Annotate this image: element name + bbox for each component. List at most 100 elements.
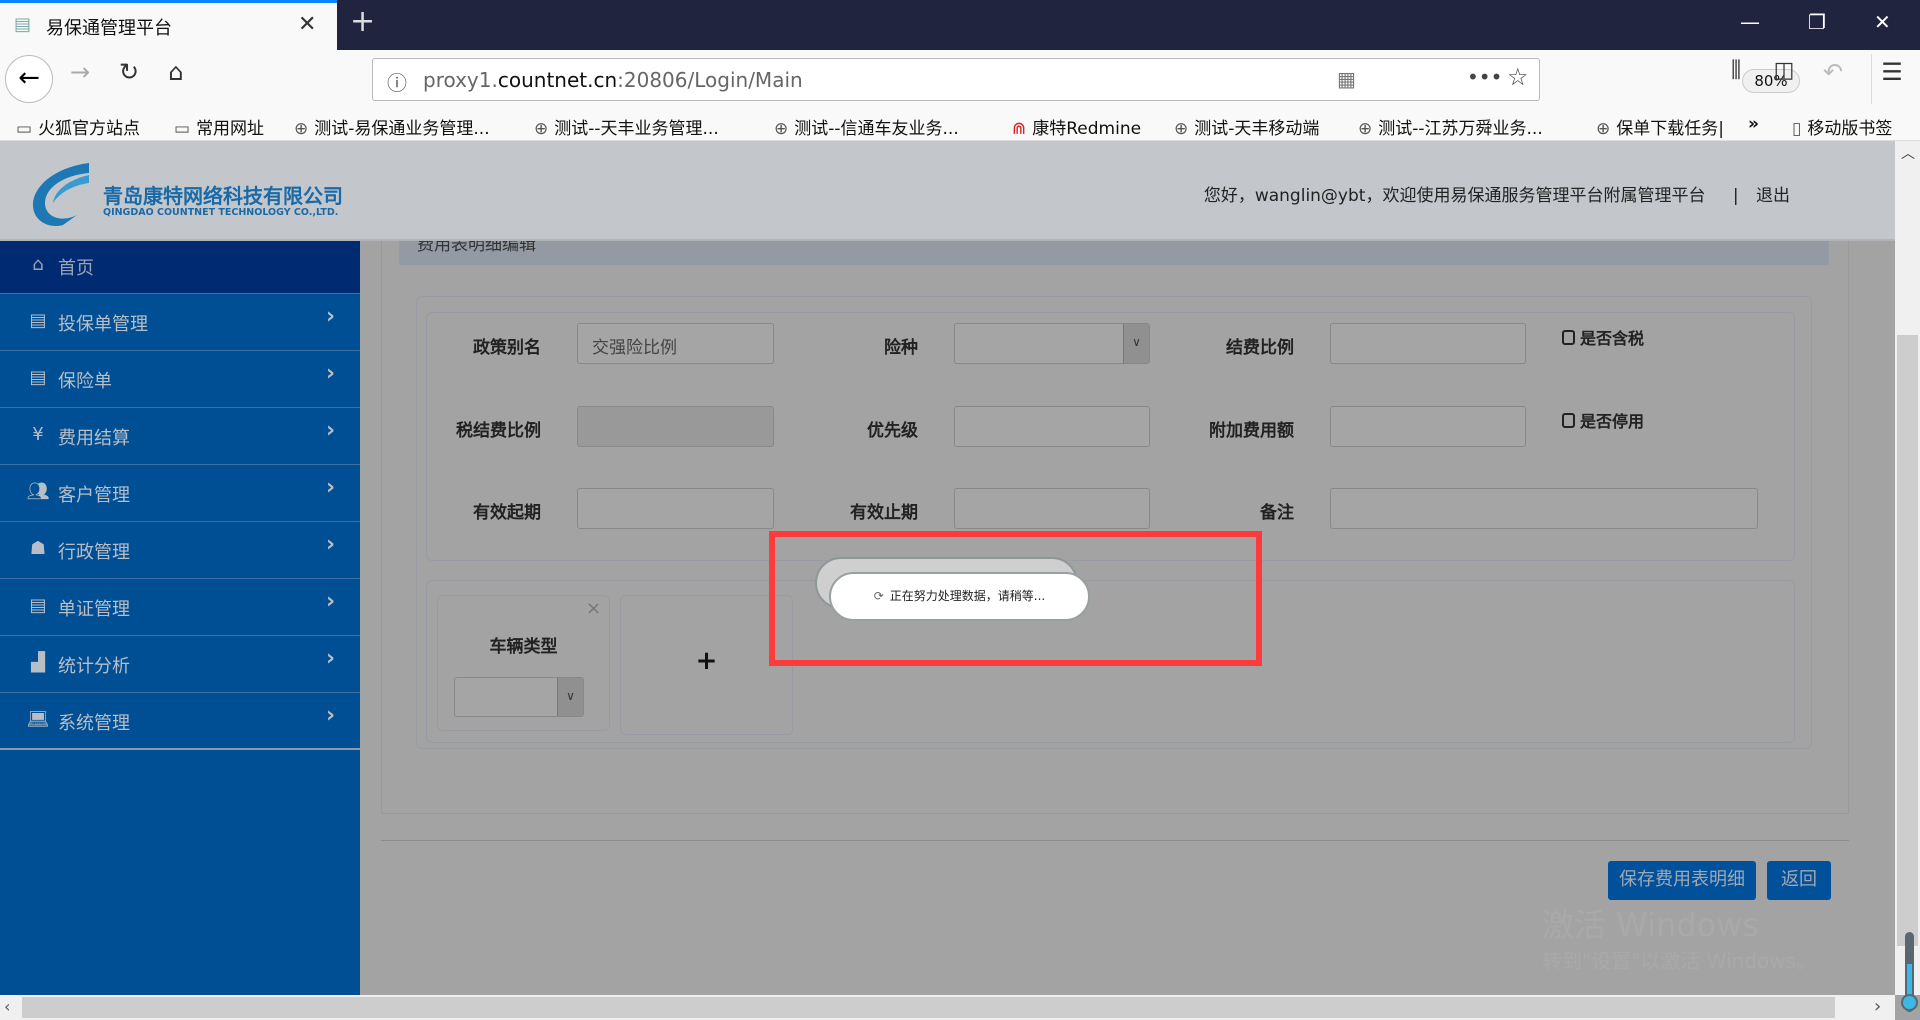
company-name-en: QINGDAO COUNTNET TECHNOLOGY CO.,LTD. xyxy=(103,207,339,218)
extra-fee-input[interactable] xyxy=(1330,406,1526,447)
sidebar-item-home[interactable]: ⌂ 首页 xyxy=(0,241,360,294)
bookmark-item[interactable]: ⊕ 保单下载任务| xyxy=(1596,114,1746,139)
scroll-up-icon[interactable]: ︿ xyxy=(1901,143,1915,163)
qr-code-icon[interactable]: ▦ xyxy=(1337,67,1356,91)
insurance-type-select[interactable]: ∨ xyxy=(954,323,1150,364)
tax-settle-ratio-input xyxy=(577,406,774,447)
chevron-down-icon: ∨ xyxy=(557,678,583,716)
end-date-label: 有效止期 xyxy=(850,503,918,523)
vehicle-type-card: × 车辆类型 ∨ xyxy=(437,595,610,731)
company-name: 青岛康特网络科技有限公司 xyxy=(103,184,343,208)
bookmark-item[interactable]: ▭ 常用网址 xyxy=(174,114,264,139)
browser-toolbar: ← → ↻ ⌂ ⓘ proxy1.countnet.cn:20806/Login… xyxy=(0,50,1920,108)
remove-icon[interactable]: × xyxy=(586,598,601,619)
thermometer-icon xyxy=(1901,932,1918,1012)
home-icon: ⌂ xyxy=(32,254,44,275)
bookmark-item[interactable]: ⊕ 测试--天丰业务管理... xyxy=(534,114,719,139)
scroll-right-icon[interactable]: › xyxy=(1874,996,1881,1017)
windows-watermark: 激活 Windows xyxy=(1542,906,1760,944)
settle-ratio-label: 结费比例 xyxy=(1226,338,1294,358)
sidebar-item-customers[interactable]: 👥︎ 客户管理 › xyxy=(0,465,360,522)
more-icon[interactable]: ••• xyxy=(1467,65,1502,89)
scroll-left-icon[interactable]: ‹ xyxy=(4,997,10,1016)
chevron-right-icon: › xyxy=(326,475,336,500)
sidebar-toggle-icon[interactable]: ◫ xyxy=(1764,58,1804,83)
vertical-scrollbar-thumb[interactable] xyxy=(1897,335,1918,946)
tab-title: 易保通管理平台 xyxy=(46,18,172,39)
redmine-icon: ⋒ xyxy=(1012,119,1027,139)
bookmark-item[interactable]: ⊕ 测试-天丰移动端 xyxy=(1174,114,1319,139)
logout-link[interactable]: 退出 xyxy=(1756,186,1790,206)
star-icon[interactable]: ☆ xyxy=(1507,63,1529,91)
chevron-right-icon: › xyxy=(326,589,336,614)
greeting-text: 您好，wanglin@ybt，欢迎使用易保通服务管理平台附属管理平台 xyxy=(1203,186,1706,206)
bookmark-item[interactable]: ▭ 火狐官方站点 xyxy=(16,114,140,139)
user-greeting: 您好，wanglin@ybt，欢迎使用易保通服务管理平台附属管理平台 | 退出 xyxy=(1204,181,1790,206)
settle-ratio-input[interactable] xyxy=(1330,323,1526,364)
tax-included-checkbox[interactable]: 是否含税 xyxy=(1562,325,1644,349)
globe-icon: ⊕ xyxy=(1358,119,1373,139)
bookmark-item[interactable]: ⊕ 测试-易保通业务管理... xyxy=(294,114,490,139)
menu-icon[interactable]: ☰ xyxy=(1872,58,1912,86)
document-icon: ▤ xyxy=(29,310,47,331)
policy-alias-input[interactable]: 交强险比例 xyxy=(577,323,774,364)
windows-watermark-sub: 转到"设置"以激活 Windows。 xyxy=(1542,949,1817,973)
priority-label: 优先级 xyxy=(867,421,918,441)
users-icon: 👥︎ xyxy=(26,481,50,502)
sidebar-item-admin[interactable]: ☗ 行政管理 › xyxy=(0,522,360,579)
minimize-icon[interactable]: — xyxy=(1740,10,1760,34)
extra-fee-label: 附加费用额 xyxy=(1209,421,1294,441)
url-bar[interactable]: ⓘ proxy1.countnet.cn:20806/Login/Main ▦ … xyxy=(372,58,1800,101)
more-bookmarks-icon[interactable]: » xyxy=(1748,114,1759,134)
bookmark-item[interactable]: ⊕ 测试--江苏万舜业务... xyxy=(1358,114,1543,139)
start-date-input[interactable] xyxy=(577,488,774,529)
start-date-label: 有效起期 xyxy=(473,503,541,523)
chevron-right-icon: › xyxy=(326,361,336,386)
back-icon[interactable]: ← xyxy=(5,55,53,103)
sidebar-item-policy[interactable]: ▤ 保险单 › xyxy=(0,351,360,408)
mobile-icon: ▯ xyxy=(1792,119,1802,139)
url-text: proxy1.countnet.cn:20806/Login/Main xyxy=(423,68,803,92)
end-date-input[interactable] xyxy=(954,488,1150,529)
forward-icon[interactable]: → xyxy=(60,58,100,86)
remark-label: 备注 xyxy=(1260,503,1294,523)
vehicle-type-select[interactable]: ∨ xyxy=(454,677,584,717)
restore-icon[interactable]: ❐ xyxy=(1808,10,1826,34)
money-bag-icon: ¥ xyxy=(32,424,44,445)
app-header: 青岛康特网络科技有限公司 QINGDAO COUNTNET TECHNOLOGY… xyxy=(0,141,1895,241)
sidebar-item-documents[interactable]: ▤ 单证管理 › xyxy=(0,579,360,636)
sidebar: ⌂ 首页 ▤ 投保单管理 › ▤ 保险单 › ¥ 费用结算 › 👥︎ 客户管理 › ☗ 行政管理 › … xyxy=(0,241,360,995)
chevron-right-icon: › xyxy=(326,532,336,557)
sidebar-item-fee-settlement[interactable]: ¥ 费用结算 › xyxy=(0,408,360,465)
list-icon: ▤ xyxy=(29,595,47,616)
disabled-checkbox[interactable]: 是否停用 xyxy=(1562,408,1644,432)
chevron-right-icon: › xyxy=(326,304,336,329)
globe-icon: ⊕ xyxy=(1174,119,1189,139)
chevron-right-icon: › xyxy=(326,418,336,443)
undo-icon[interactable]: ↶ xyxy=(1813,58,1853,86)
priority-input[interactable] xyxy=(954,406,1150,447)
browser-tab[interactable]: ▤ 易保通管理平台 ✕ xyxy=(0,0,337,50)
bookmark-item[interactable]: ⋒ 康特Redmine xyxy=(1012,114,1141,139)
reload-icon[interactable]: ↻ xyxy=(109,58,149,86)
panel-title: 费用表明细编辑 xyxy=(399,241,1829,265)
close-tab-icon[interactable]: ✕ xyxy=(298,12,316,37)
add-vehicle-card-button[interactable]: + xyxy=(620,595,793,735)
remark-input[interactable] xyxy=(1330,488,1758,529)
sidebar-item-statistics[interactable]: ▟ 统计分析 › xyxy=(0,636,360,693)
sidebar-item-system[interactable]: 💻︎ 系统管理 › xyxy=(0,693,360,750)
new-tab-icon[interactable]: + xyxy=(350,4,375,39)
library-icon[interactable]: ⫼ xyxy=(1716,58,1756,83)
globe-icon: ⊕ xyxy=(1596,119,1611,139)
bookmark-item[interactable]: ▯ 移动版书签 xyxy=(1792,114,1892,139)
insurance-type-label: 险种 xyxy=(884,338,918,358)
info-icon[interactable]: ⓘ xyxy=(387,67,407,96)
laptop-icon: 💻︎ xyxy=(26,709,50,730)
back-button[interactable]: 返回 xyxy=(1767,861,1831,900)
bookmark-item[interactable]: ⊕ 测试--信通车友业务... xyxy=(774,114,959,139)
home-icon[interactable]: ⌂ xyxy=(156,58,196,86)
sidebar-item-proposal[interactable]: ▤ 投保单管理 › xyxy=(0,294,360,351)
save-button[interactable]: 保存费用表明细 xyxy=(1608,861,1756,900)
window-close-icon[interactable]: ✕ xyxy=(1874,10,1891,34)
horizontal-scrollbar-thumb[interactable] xyxy=(22,997,1835,1018)
